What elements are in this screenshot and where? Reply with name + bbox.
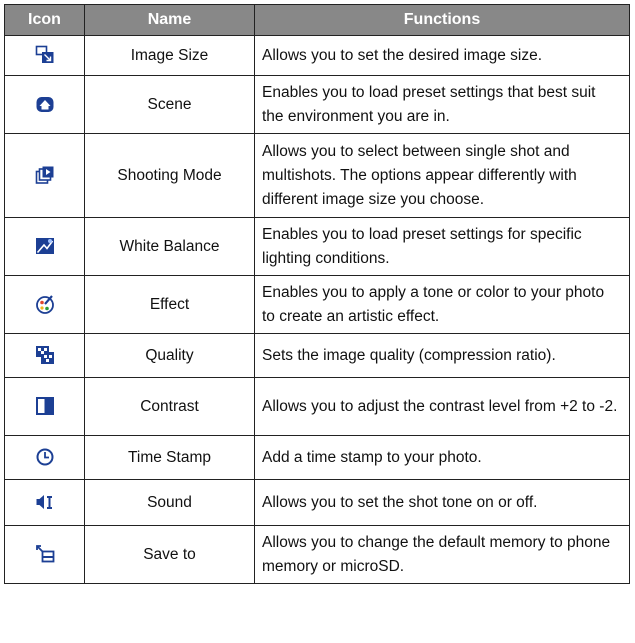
icon-cell [4, 75, 85, 134]
table-row: Sound Allows you to set the shot tone on… [4, 479, 630, 526]
functions-column-header: Functions [254, 4, 630, 36]
function-cell: Allows you to select between single shot… [254, 133, 630, 218]
table-row: Quality Sets the image quality (compress… [4, 333, 630, 378]
function-cell: Enables you to load preset settings that… [254, 75, 630, 134]
table-row: Effect Enables you to apply a tone or co… [4, 275, 630, 334]
camera-settings-table: Icon Name Functions Image Size Allows yo… [4, 4, 630, 584]
table-row: White Balance Enables you to load preset… [4, 217, 630, 276]
white-balance-icon [35, 236, 55, 256]
table-header-row: Icon Name Functions [4, 4, 630, 36]
name-cell: Save to [84, 525, 255, 584]
name-cell: Sound [84, 479, 255, 526]
icon-cell [4, 217, 85, 276]
icon-cell [4, 333, 85, 378]
name-cell: Scene [84, 75, 255, 134]
icon-cell [4, 479, 85, 526]
save-to-icon [35, 544, 55, 564]
name-cell: Time Stamp [84, 435, 255, 480]
table-row: Shooting Mode Allows you to select betwe… [4, 133, 630, 218]
name-cell: Image Size [84, 35, 255, 76]
icon-cell [4, 35, 85, 76]
function-cell: Allows you to adjust the contrast level … [254, 377, 630, 436]
name-cell: Contrast [84, 377, 255, 436]
name-cell: White Balance [84, 217, 255, 276]
icon-cell [4, 435, 85, 480]
name-cell: Quality [84, 333, 255, 378]
sound-icon [35, 492, 55, 512]
image-size-icon [35, 45, 55, 65]
table-row: Image Size Allows you to set the desired… [4, 35, 630, 76]
name-cell: Effect [84, 275, 255, 334]
table-row: Save to Allows you to change the default… [4, 525, 630, 584]
icon-column-header: Icon [4, 4, 85, 36]
function-cell: Allows you to change the default memory … [254, 525, 630, 584]
function-cell: Enables you to apply a tone or color to … [254, 275, 630, 334]
table-row: Time Stamp Add a time stamp to your phot… [4, 435, 630, 480]
scene-icon [35, 94, 55, 114]
contrast-icon [35, 396, 55, 416]
icon-cell [4, 133, 85, 218]
icon-cell [4, 525, 85, 584]
effect-icon [35, 294, 55, 315]
name-column-header: Name [84, 4, 255, 36]
icon-cell [4, 275, 85, 334]
time-stamp-icon [35, 447, 55, 467]
table-row: Contrast Allows you to adjust the contra… [4, 377, 630, 436]
quality-icon [35, 345, 55, 365]
icon-cell [4, 377, 85, 436]
function-cell: Enables you to load preset settings for … [254, 217, 630, 276]
function-cell: Allows you to set the shot tone on or of… [254, 479, 630, 526]
function-cell: Sets the image quality (compression rati… [254, 333, 630, 378]
shooting-mode-icon [35, 165, 55, 185]
function-cell: Add a time stamp to your photo. [254, 435, 630, 480]
function-cell: Allows you to set the desired image size… [254, 35, 630, 76]
table-row: Scene Enables you to load preset setting… [4, 75, 630, 134]
name-cell: Shooting Mode [84, 133, 255, 218]
